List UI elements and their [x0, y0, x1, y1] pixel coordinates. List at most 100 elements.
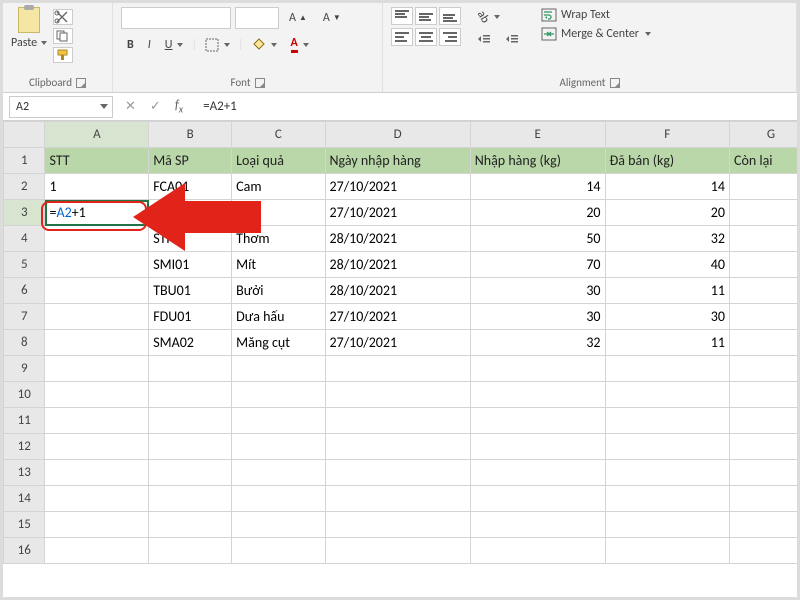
cell[interactable]: [45, 356, 149, 382]
cell[interactable]: [45, 408, 149, 434]
cell[interactable]: [232, 408, 325, 434]
align-top-button[interactable]: [391, 7, 413, 25]
cell[interactable]: 30: [470, 278, 605, 304]
cell[interactable]: [605, 512, 729, 538]
cell[interactable]: Dưa hấu: [232, 304, 325, 330]
cell[interactable]: [470, 512, 605, 538]
col-header-E[interactable]: E: [470, 122, 605, 148]
cell[interactable]: 28/10/2021: [325, 278, 470, 304]
alignment-launcher-icon[interactable]: [610, 78, 620, 88]
cell[interactable]: [605, 538, 729, 564]
cell[interactable]: Măng cụt: [232, 330, 325, 356]
cell[interactable]: [729, 330, 797, 356]
cell[interactable]: [605, 356, 729, 382]
cell[interactable]: [45, 382, 149, 408]
select-all-corner[interactable]: [4, 122, 45, 148]
cell[interactable]: [149, 434, 232, 460]
decrease-indent-button[interactable]: [471, 30, 497, 48]
row-header[interactable]: 3: [4, 200, 45, 226]
cell[interactable]: SMI01: [149, 252, 232, 278]
cell[interactable]: 50: [470, 226, 605, 252]
cell[interactable]: [470, 538, 605, 564]
paste-icon[interactable]: [18, 7, 40, 33]
orientation-button[interactable]: ab: [471, 7, 525, 27]
cell[interactable]: [729, 200, 797, 226]
italic-button[interactable]: I: [142, 35, 157, 55]
cancel-formula-button[interactable]: ✕: [125, 99, 136, 114]
cell[interactable]: [232, 538, 325, 564]
cell[interactable]: =A2+1: [45, 200, 149, 226]
name-box[interactable]: A2: [9, 96, 113, 118]
font-family-select[interactable]: [121, 7, 231, 29]
cell[interactable]: [45, 226, 149, 252]
cut-button[interactable]: [53, 9, 73, 25]
bold-button[interactable]: B: [121, 35, 140, 55]
spreadsheet-grid[interactable]: A B C D E F G 1STTMã SPLoại quảNgày nhập…: [3, 121, 797, 597]
cell[interactable]: [232, 486, 325, 512]
align-bottom-button[interactable]: [439, 7, 461, 25]
cell[interactable]: [729, 278, 797, 304]
borders-button[interactable]: [199, 35, 236, 55]
cell[interactable]: Cam: [232, 174, 325, 200]
align-center-button[interactable]: [415, 28, 437, 46]
formula-bar-input[interactable]: =A2+1: [195, 99, 797, 114]
cell[interactable]: [232, 460, 325, 486]
cell[interactable]: [605, 408, 729, 434]
row-header[interactable]: 6: [4, 278, 45, 304]
col-header-G[interactable]: G: [729, 122, 797, 148]
cell[interactable]: [729, 382, 797, 408]
align-left-button[interactable]: [391, 28, 413, 46]
cell[interactable]: 20: [605, 200, 729, 226]
cell[interactable]: [325, 408, 470, 434]
cell[interactable]: Xoài: [232, 200, 325, 226]
cell[interactable]: Mã SP: [149, 148, 232, 174]
cell[interactable]: [45, 304, 149, 330]
col-header-D[interactable]: D: [325, 122, 470, 148]
format-painter-button[interactable]: [53, 47, 73, 63]
name-box-dropdown-icon[interactable]: [100, 104, 108, 109]
cell[interactable]: FCA01: [149, 174, 232, 200]
font-launcher-icon[interactable]: [255, 78, 265, 88]
cell[interactable]: [325, 382, 470, 408]
cell[interactable]: [232, 434, 325, 460]
cell[interactable]: 70: [470, 252, 605, 278]
fx-icon[interactable]: fx: [175, 98, 183, 116]
cell[interactable]: [149, 460, 232, 486]
cell[interactable]: 27/10/2021: [325, 304, 470, 330]
cell[interactable]: 28/10/2021: [325, 252, 470, 278]
cell[interactable]: 28/10/2021: [325, 226, 470, 252]
cell[interactable]: [232, 512, 325, 538]
clipboard-launcher-icon[interactable]: [76, 78, 86, 88]
cell[interactable]: Đã bán (kg): [605, 148, 729, 174]
cell[interactable]: [232, 356, 325, 382]
cell[interactable]: [729, 512, 797, 538]
cell[interactable]: [325, 356, 470, 382]
cell[interactable]: Ngày nhập hàng: [325, 148, 470, 174]
cell[interactable]: [149, 356, 232, 382]
cell[interactable]: Nhập hàng (kg): [470, 148, 605, 174]
cell[interactable]: TXO: [149, 200, 232, 226]
cell[interactable]: [729, 486, 797, 512]
decrease-font-button[interactable]: A▼: [317, 7, 347, 29]
cell[interactable]: [149, 408, 232, 434]
cell[interactable]: [325, 512, 470, 538]
cell[interactable]: 32: [470, 330, 605, 356]
cell[interactable]: [470, 434, 605, 460]
cell[interactable]: [325, 434, 470, 460]
cell[interactable]: [45, 486, 149, 512]
col-header-B[interactable]: B: [149, 122, 232, 148]
cell[interactable]: [470, 460, 605, 486]
row-header[interactable]: 11: [4, 408, 45, 434]
cell[interactable]: 27/10/2021: [325, 174, 470, 200]
cell[interactable]: 27/10/2021: [325, 330, 470, 356]
enter-formula-button[interactable]: ✓: [150, 99, 161, 114]
row-header[interactable]: 5: [4, 252, 45, 278]
row-header[interactable]: 2: [4, 174, 45, 200]
col-header-A[interactable]: A: [45, 122, 149, 148]
row-header[interactable]: 14: [4, 486, 45, 512]
cell[interactable]: [470, 486, 605, 512]
cell[interactable]: Bưởi: [232, 278, 325, 304]
cell[interactable]: [729, 304, 797, 330]
cell[interactable]: [149, 538, 232, 564]
increase-font-button[interactable]: A▲: [283, 7, 313, 29]
